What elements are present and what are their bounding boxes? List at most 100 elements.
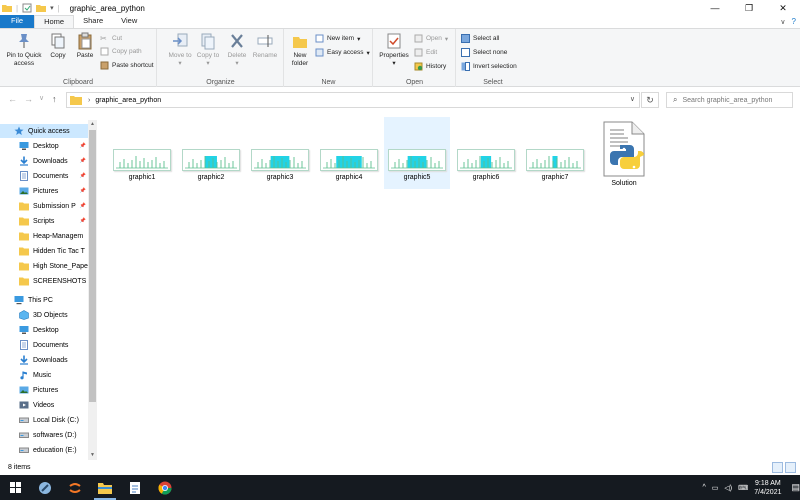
back-arrow-icon[interactable]: ← xyxy=(8,94,17,104)
copy-button[interactable]: Copy xyxy=(46,32,70,60)
history-icon xyxy=(414,62,423,71)
cut-button[interactable]: ✂ Cut xyxy=(100,34,122,43)
sidebar-item-desktop[interactable]: Desktop 📌 xyxy=(0,139,88,153)
properties-icon[interactable] xyxy=(22,3,32,13)
volume-icon[interactable]: ◁) xyxy=(724,484,732,492)
sidebar-item-pictures[interactable]: Pictures 📌 xyxy=(0,184,88,198)
sidebar-item-downloads[interactable]: Downloads 📌 xyxy=(0,154,88,168)
taskbar-file-explorer[interactable] xyxy=(90,475,120,500)
sidebar-item-quick-access[interactable]: Quick access xyxy=(0,124,88,138)
sidebar-item-hidden-tic-tac-t[interactable]: Hidden Tic Tac T xyxy=(0,244,88,258)
sidebar-item-label: Documents xyxy=(33,341,69,349)
sidebar-item-screenshots[interactable]: SCREENSHOTS xyxy=(0,274,88,288)
up-arrow-icon[interactable]: ↑ xyxy=(52,94,57,104)
taskbar-jupyter[interactable] xyxy=(60,475,90,500)
start-button[interactable] xyxy=(0,475,30,500)
search-input[interactable]: ⌕ Search graphic_area_python xyxy=(666,92,793,108)
file-item-graphic1[interactable]: graphic1 xyxy=(109,117,175,189)
tab-file[interactable]: File xyxy=(0,15,35,28)
sidebar-item-pictures[interactable]: Pictures xyxy=(0,383,88,397)
invert-selection-button[interactable]: Invert selection xyxy=(461,62,517,71)
history-button[interactable]: History xyxy=(414,62,446,71)
sidebar-item-music[interactable]: Music xyxy=(0,368,88,382)
sidebar-scrollbar[interactable]: ▲ ▼ xyxy=(88,120,97,460)
new-folder-button[interactable]: New folder xyxy=(287,32,313,68)
forward-arrow-icon[interactable]: → xyxy=(24,94,33,104)
close-button[interactable]: ✕ xyxy=(766,0,800,16)
keyboard-icon[interactable]: ⌨ xyxy=(738,484,748,492)
breadcrumb-current[interactable]: graphic_area_python xyxy=(95,97,161,104)
file-item-graphic7[interactable]: graphic7 xyxy=(522,117,588,189)
clock[interactable]: 9:18 AM 7/4/2021 xyxy=(754,479,781,497)
recent-locations-icon[interactable]: ∨ xyxy=(39,94,44,102)
open-button[interactable]: Open ▾ xyxy=(414,34,448,43)
tab-home[interactable]: Home xyxy=(34,15,75,28)
refresh-button[interactable]: ↻ xyxy=(641,92,659,108)
copy-path-button[interactable]: Copy path xyxy=(100,47,142,56)
show-hidden-icons-icon[interactable]: ^ xyxy=(702,484,705,491)
copy-to-icon xyxy=(201,33,215,50)
file-item-solution[interactable]: Solution xyxy=(591,117,657,189)
sidebar-item-videos[interactable]: Videos xyxy=(0,398,88,412)
select-all-icon xyxy=(461,34,470,43)
edit-button[interactable]: Edit xyxy=(414,48,437,57)
sidebar-item-downloads[interactable]: Downloads xyxy=(0,353,88,367)
new-group: New folder New item ▾ Easy access ▾ New xyxy=(285,29,373,87)
star-icon xyxy=(14,126,24,135)
address-bar[interactable]: › graphic_area_python ∨ xyxy=(66,92,640,108)
invert-selection-icon xyxy=(461,62,470,71)
rename-button[interactable]: Rename xyxy=(250,32,280,60)
delete-button[interactable]: Delete ▾ xyxy=(224,32,250,68)
paste-button[interactable]: Paste xyxy=(72,32,98,60)
scroll-up-icon[interactable]: ▲ xyxy=(88,120,97,129)
qa-dropdown-icon[interactable]: ▾ xyxy=(50,4,54,12)
sidebar-item-high-stone-pape[interactable]: High Stone_Pape xyxy=(0,259,88,273)
maximize-button[interactable]: ❐ xyxy=(732,0,766,16)
easy-access-button[interactable]: Easy access ▾ xyxy=(315,48,370,57)
file-item-graphic4[interactable]: graphic4 xyxy=(316,117,382,189)
large-icons-view-button[interactable] xyxy=(785,462,796,473)
move-to-button[interactable]: Move to ▾ xyxy=(166,32,194,68)
taskbar-editor[interactable] xyxy=(120,475,150,500)
taskbar-ide[interactable] xyxy=(30,475,60,500)
new-item-button[interactable]: New item ▾ xyxy=(315,34,360,43)
properties-button[interactable]: Properties ▾ xyxy=(376,32,412,68)
file-item-graphic5[interactable]: graphic5 xyxy=(384,117,450,189)
sidebar-item-softwares-d[interactable]: softwares (D:) xyxy=(0,428,88,442)
copy-to-button[interactable]: Copy to ▾ xyxy=(194,32,222,68)
pin-quick-access-button[interactable]: Pin to Quick access xyxy=(4,32,44,68)
file-item-graphic3[interactable]: graphic3 xyxy=(247,117,313,189)
select-none-button[interactable]: Select none xyxy=(461,48,507,57)
sidebar-item-scripts[interactable]: Scripts 📌 xyxy=(0,214,88,228)
tab-view[interactable]: View xyxy=(112,15,146,28)
network-icon[interactable]: ▭ xyxy=(712,484,719,492)
sidebar-item-3d-objects[interactable]: 3D Objects xyxy=(0,308,88,322)
new-folder-icon[interactable] xyxy=(36,3,47,13)
scroll-thumb[interactable] xyxy=(89,130,96,402)
collapse-ribbon-icon[interactable]: ∨ xyxy=(780,18,785,26)
scroll-down-icon[interactable]: ▼ xyxy=(88,451,97,460)
notifications-icon[interactable]: ▤ xyxy=(791,482,800,493)
sidebar-item-desktop[interactable]: Desktop xyxy=(0,323,88,337)
address-dropdown-icon[interactable]: ∨ xyxy=(630,95,635,103)
details-view-button[interactable] xyxy=(772,462,783,473)
sidebar-item-submission-p[interactable]: Submission P 📌 xyxy=(0,199,88,213)
sidebar-item-label: Scripts xyxy=(33,217,55,225)
sidebar-item-documents[interactable]: Documents xyxy=(0,338,88,352)
file-item-graphic6[interactable]: graphic6 xyxy=(453,117,519,189)
sidebar-item-documents[interactable]: Documents 📌 xyxy=(0,169,88,183)
sidebar-item-local-disk-c[interactable]: Local Disk (C:) xyxy=(0,413,88,427)
file-list: graphic1 graphic2 graphic3 graphic4 graphic5… xyxy=(98,112,800,460)
help-icon[interactable]: ? xyxy=(792,17,796,26)
select-all-button[interactable]: Select all xyxy=(461,34,499,43)
taskbar-chrome[interactable] xyxy=(150,475,180,500)
open-icon xyxy=(414,34,423,43)
file-item-graphic2[interactable]: graphic2 xyxy=(178,117,244,189)
file-name: graphic6 xyxy=(472,174,500,181)
sidebar-item-this-pc[interactable]: This PC xyxy=(0,293,88,307)
paste-shortcut-button[interactable]: Paste shortcut xyxy=(100,61,154,70)
tab-share[interactable]: Share xyxy=(74,15,112,28)
sidebar-item-education-e[interactable]: education (E:) xyxy=(0,443,88,457)
minimize-button[interactable]: — xyxy=(698,0,732,16)
sidebar-item-heap-managem[interactable]: Heap-Managem xyxy=(0,229,88,243)
